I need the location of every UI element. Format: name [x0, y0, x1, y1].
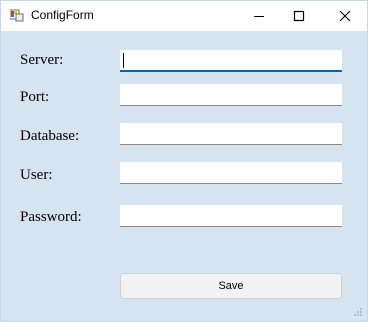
minimize-button[interactable] — [237, 1, 281, 31]
text-caret — [123, 53, 124, 68]
password-label: Password: — [20, 209, 82, 225]
port-input[interactable] — [120, 84, 342, 106]
user-input[interactable] — [120, 162, 342, 184]
close-button[interactable] — [323, 1, 367, 31]
maximize-icon — [293, 10, 305, 22]
resize-grip-icon[interactable] — [353, 307, 363, 317]
password-input[interactable] — [120, 205, 342, 227]
title-bar[interactable]: ConfigForm — [1, 1, 367, 31]
window-title: ConfigForm — [31, 8, 94, 22]
app-icon — [10, 9, 24, 22]
maximize-button[interactable] — [277, 1, 321, 31]
close-icon — [339, 10, 351, 22]
server-label: Server: — [20, 52, 64, 68]
config-form-window: ConfigForm Server: Port: Database: User:… — [0, 0, 368, 322]
server-input[interactable] — [120, 50, 342, 72]
save-button[interactable]: Save — [120, 273, 342, 299]
port-label: Port: — [20, 89, 50, 105]
minimize-icon — [254, 16, 264, 17]
database-input[interactable] — [120, 123, 342, 145]
database-label: Database: — [20, 128, 80, 144]
user-label: User: — [20, 167, 53, 183]
